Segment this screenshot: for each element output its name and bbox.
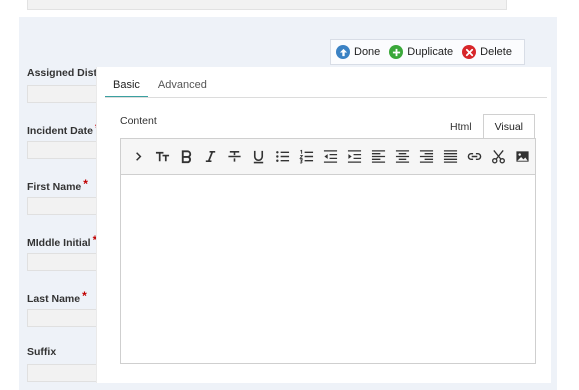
- bold-icon[interactable]: [174, 145, 198, 169]
- align-left-icon[interactable]: [366, 145, 390, 169]
- indent-icon[interactable]: [342, 145, 366, 169]
- editor-mode-tabs: Html Visual: [439, 114, 535, 139]
- middle-initial-input[interactable]: [27, 253, 107, 271]
- suffix-input[interactable]: [27, 364, 107, 382]
- first-name-label: First Name *: [27, 177, 88, 193]
- rich-text-editor: [120, 138, 536, 364]
- incident-date-input[interactable]: [27, 141, 107, 159]
- tab-visual[interactable]: Visual: [482, 114, 535, 139]
- tab-bar: Basic Advanced: [105, 78, 217, 98]
- italic-icon[interactable]: [198, 145, 222, 169]
- content-dialog: Basic Advanced Content Html Visual: [96, 67, 551, 383]
- image-icon[interactable]: [510, 145, 534, 169]
- delete-label: Delete: [480, 46, 512, 58]
- first-name-input[interactable]: [27, 197, 107, 215]
- tab-divider: [105, 97, 547, 98]
- align-right-icon[interactable]: [414, 145, 438, 169]
- editor-toolbar: [121, 139, 535, 175]
- top-input-field[interactable]: [27, 0, 507, 10]
- incident-date-label: Incident Date*: [27, 121, 100, 137]
- tab-html[interactable]: Html: [439, 117, 483, 139]
- tab-advanced[interactable]: Advanced: [150, 78, 215, 98]
- tab-basic[interactable]: Basic: [105, 78, 148, 98]
- duplicate-label: Duplicate: [407, 46, 454, 58]
- required-marker: *: [82, 289, 87, 303]
- done-label: Done: [354, 46, 381, 58]
- done-button[interactable]: Done: [336, 45, 380, 59]
- underline-icon[interactable]: [246, 145, 270, 169]
- required-marker: *: [83, 177, 88, 191]
- outdent-icon[interactable]: [318, 145, 342, 169]
- delete-button[interactable]: Delete: [462, 45, 512, 59]
- close-icon: [462, 45, 477, 59]
- cut-icon[interactable]: [486, 145, 510, 169]
- align-center-icon[interactable]: [390, 145, 414, 169]
- text-size-icon[interactable]: [150, 145, 174, 169]
- assigned-dist-label: Assigned Dist: [27, 67, 98, 79]
- content-edit-area[interactable]: [121, 175, 535, 363]
- justify-icon[interactable]: [438, 145, 462, 169]
- link-icon[interactable]: [462, 145, 486, 169]
- bullet-list-icon[interactable]: [270, 145, 294, 169]
- assigned-dist-input[interactable]: [27, 85, 107, 103]
- suffix-label: Suffix: [27, 346, 57, 358]
- strikethrough-icon[interactable]: [222, 145, 246, 169]
- arrow-up-icon: [336, 45, 350, 59]
- last-name-label: Last Name *: [27, 289, 87, 305]
- duplicate-button[interactable]: Duplicate: [389, 45, 453, 59]
- last-name-input[interactable]: [27, 309, 107, 327]
- content-label: Content: [120, 115, 157, 127]
- middle-initial-label: MIddle Initial *: [27, 233, 98, 249]
- action-bar: Done Duplicate Delete: [330, 39, 525, 65]
- numbered-list-icon[interactable]: [294, 145, 318, 169]
- plus-icon: [389, 45, 404, 59]
- chevron-right-icon[interactable]: [126, 145, 150, 169]
- page: Assigned Dist Incident Date* First Name*…: [0, 0, 579, 390]
